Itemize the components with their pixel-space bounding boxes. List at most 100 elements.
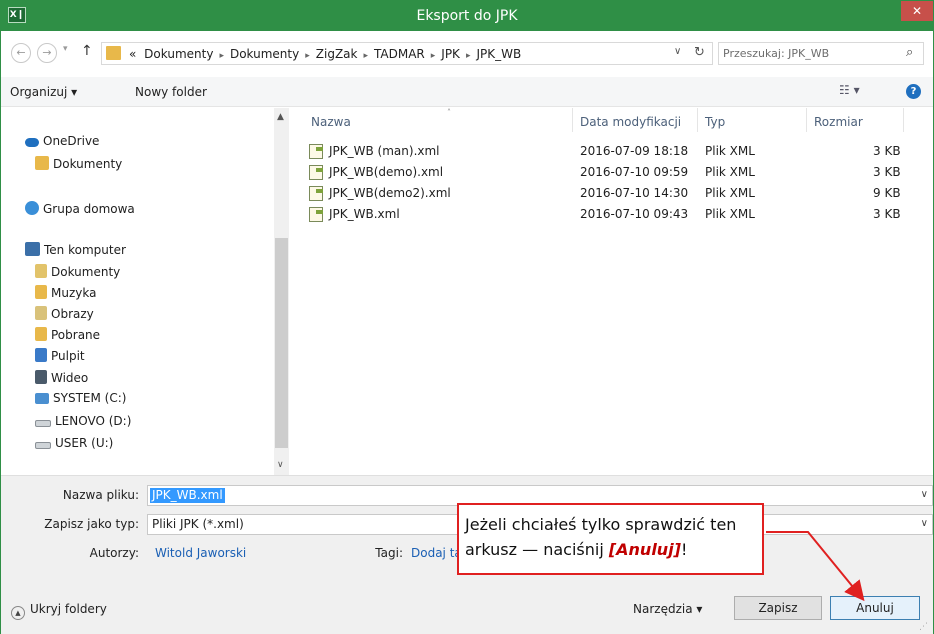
nav-item-pictures[interactable]: Obrazy bbox=[35, 306, 94, 321]
nav-item-documents[interactable]: Dokumenty bbox=[35, 264, 120, 279]
breadcrumb-item[interactable]: ZigZak bbox=[316, 47, 358, 61]
search-input[interactable] bbox=[723, 45, 893, 62]
desktop-icon bbox=[35, 348, 47, 362]
nav-item-label: Pulpit bbox=[51, 349, 85, 363]
chevron-right-icon[interactable]: ▸ bbox=[305, 51, 310, 61]
scroll-down-icon[interactable]: ∨ bbox=[277, 460, 284, 470]
file-name: JPK_WB(demo2).xml bbox=[329, 186, 451, 200]
nav-item-label: SYSTEM (C:) bbox=[53, 391, 127, 405]
nav-item-video[interactable]: Wideo bbox=[35, 370, 88, 385]
nav-scrollbar[interactable]: ▲ ∨ bbox=[274, 108, 289, 475]
close-button[interactable]: ✕ bbox=[901, 1, 933, 21]
nav-item-music[interactable]: Muzyka bbox=[35, 285, 96, 300]
column-header-size[interactable]: Rozmiar bbox=[814, 115, 863, 129]
table-row[interactable]: JPK_WB (man).xml 2016-07-09 18:18 Plik X… bbox=[309, 142, 909, 162]
chevron-up-icon: ▲ bbox=[11, 606, 25, 620]
column-divider[interactable] bbox=[697, 108, 698, 132]
breadcrumb-item[interactable]: JPK_WB bbox=[476, 47, 521, 61]
nav-item-label: Grupa domowa bbox=[43, 202, 135, 216]
nav-item-lenovo-d[interactable]: LENOVO (D:) bbox=[35, 414, 131, 428]
chevron-down-icon[interactable]: ∨ bbox=[674, 46, 681, 57]
filename-value[interactable]: JPK_WB.xml bbox=[150, 488, 225, 503]
table-row[interactable]: JPK_WB.xml 2016-07-10 09:43 Plik XML 3 K… bbox=[309, 205, 909, 225]
xml-file-icon bbox=[309, 207, 323, 222]
file-name: JPK_WB (man).xml bbox=[329, 144, 440, 158]
onedrive-icon bbox=[25, 138, 39, 147]
breadcrumb-item[interactable]: Dokumenty bbox=[230, 47, 299, 61]
refresh-icon[interactable]: ↻ bbox=[694, 45, 705, 60]
breadcrumb-item[interactable]: TADMAR bbox=[374, 47, 425, 61]
scroll-thumb[interactable] bbox=[275, 238, 288, 448]
column-divider[interactable] bbox=[572, 108, 573, 132]
breadcrumb-item[interactable]: Dokumenty bbox=[144, 47, 213, 61]
nav-item-this-pc[interactable]: Ten komputer bbox=[25, 242, 126, 257]
computer-icon bbox=[25, 242, 40, 256]
navigation-pane: OneDrive Dokumenty Grupa domowa Ten komp… bbox=[1, 108, 289, 475]
organize-button[interactable]: Organizuj ▾ bbox=[10, 85, 77, 99]
save-button[interactable]: Zapisz bbox=[734, 596, 822, 620]
nav-item-label: Pobrane bbox=[51, 328, 101, 342]
nav-item-desktop[interactable]: Pulpit bbox=[35, 348, 85, 363]
nav-item-label: Wideo bbox=[51, 371, 89, 385]
nav-item-onedrive[interactable]: OneDrive bbox=[25, 134, 99, 148]
address-bar[interactable]: « Dokumenty ▸ Dokumenty ▸ ZigZak ▸ TADMAR ▸ JPK ▸… bbox=[101, 42, 713, 65]
chevron-down-icon[interactable]: ∨ bbox=[921, 489, 928, 500]
search-box: ⌕ bbox=[718, 42, 924, 65]
tags-label: Tagi: bbox=[375, 546, 403, 560]
resize-grip-icon[interactable]: ⋰ bbox=[919, 622, 928, 632]
file-size: 3 KB bbox=[873, 165, 901, 179]
nav-item-downloads[interactable]: Pobrane bbox=[35, 327, 100, 342]
column-divider[interactable] bbox=[806, 108, 807, 132]
new-folder-button[interactable]: Nowy folder bbox=[135, 85, 207, 99]
nav-item-homegroup[interactable]: Grupa domowa bbox=[25, 201, 135, 216]
file-type: Plik XML bbox=[705, 165, 755, 179]
scroll-up-icon[interactable]: ▲ bbox=[277, 112, 284, 122]
tags-value[interactable]: Dodaj ta bbox=[411, 546, 462, 560]
forward-button[interactable]: → bbox=[37, 43, 57, 63]
tools-dropdown[interactable]: Narzędzia ▾ bbox=[633, 602, 702, 616]
chevron-right-icon[interactable]: ▸ bbox=[466, 51, 471, 61]
breadcrumb-overflow[interactable]: « bbox=[129, 47, 136, 61]
drive-icon bbox=[35, 442, 51, 449]
nav-item-label: Obrazy bbox=[51, 307, 94, 321]
file-size: 9 KB bbox=[873, 186, 901, 200]
file-size: 3 KB bbox=[873, 144, 901, 158]
back-button[interactable]: ← bbox=[11, 43, 31, 63]
nav-item-system-c[interactable]: SYSTEM (C:) bbox=[35, 391, 126, 405]
nav-item-user-u[interactable]: USER (U:) bbox=[35, 436, 113, 450]
xml-file-icon bbox=[309, 144, 323, 159]
xml-file-icon bbox=[309, 186, 323, 201]
breadcrumb: « Dokumenty ▸ Dokumenty ▸ ZigZak ▸ TADMAR ▸ JPK ▸… bbox=[129, 47, 521, 61]
recent-locations-dropdown[interactable]: ▾ bbox=[63, 44, 68, 54]
table-row[interactable]: JPK_WB(demo2).xml 2016-07-10 14:30 Plik … bbox=[309, 184, 909, 204]
chevron-right-icon[interactable]: ▸ bbox=[219, 51, 224, 61]
address-row: ← → ▾ ↑ « Dokumenty ▸ Dokumenty ▸ ZigZak ▸ TAD… bbox=[1, 31, 933, 77]
chevron-right-icon[interactable]: ▸ bbox=[363, 51, 368, 61]
cancel-button[interactable]: Anuluj bbox=[830, 596, 920, 620]
hide-folders-button[interactable]: ▲ Ukryj foldery bbox=[11, 602, 107, 620]
up-button[interactable]: ↑ bbox=[81, 43, 93, 59]
file-size: 3 KB bbox=[873, 207, 901, 221]
callout-text: arkusz — naciśnij bbox=[465, 540, 609, 559]
file-name: JPK_WB.xml bbox=[329, 207, 400, 221]
nav-item-onedrive-documents[interactable]: Dokumenty bbox=[35, 156, 122, 171]
breadcrumb-item[interactable]: JPK bbox=[441, 47, 460, 61]
authors-label: Autorzy: bbox=[89, 546, 139, 560]
chevron-down-icon[interactable]: ∨ bbox=[921, 518, 928, 529]
file-type: Plik XML bbox=[705, 186, 755, 200]
nav-item-label: Dokumenty bbox=[53, 157, 123, 171]
column-header-name[interactable]: Nazwa bbox=[311, 115, 351, 129]
authors-value[interactable]: Witold Jaworski bbox=[155, 546, 246, 560]
column-divider[interactable] bbox=[903, 108, 904, 132]
help-icon[interactable]: ? bbox=[906, 84, 921, 99]
chevron-right-icon[interactable]: ▸ bbox=[431, 51, 436, 61]
drive-icon bbox=[35, 420, 51, 427]
pictures-icon bbox=[35, 306, 47, 320]
column-header-date[interactable]: Data modyfikacji bbox=[580, 115, 681, 129]
column-header-type[interactable]: Typ bbox=[705, 115, 725, 129]
table-row[interactable]: JPK_WB(demo).xml 2016-07-10 09:59 Plik X… bbox=[309, 163, 909, 183]
homegroup-icon bbox=[25, 201, 39, 215]
search-icon[interactable]: ⌕ bbox=[906, 45, 913, 60]
view-options-icon[interactable]: ☷ ▾ bbox=[839, 83, 860, 97]
hide-folders-label: Ukryj foldery bbox=[30, 602, 107, 616]
